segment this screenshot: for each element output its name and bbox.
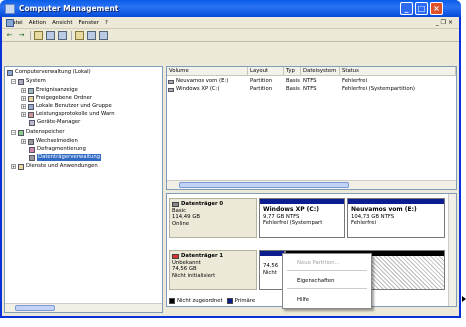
tree-item-system[interactable]: − System [11,78,46,85]
filesystem-cell: NTFS [303,78,317,84]
column-header-filesystem[interactable]: Dateisystem [301,67,340,76]
tree-item-removable[interactable]: + Wechselmedien [21,138,78,145]
disk-0-label[interactable]: Datenträger 0 Basic 114,49 GB Online [169,198,257,238]
properties-icon[interactable] [58,31,67,40]
drive-icon [168,79,174,84]
column-header-layout[interactable]: Layout [248,67,284,76]
layout-cell: Partition [250,78,273,84]
disk-1-label[interactable]: Datenträger 1 Unbekannt 74,56 GB Nicht i… [169,250,257,290]
menu-item-new-partition[interactable]: Neue Partition... [297,260,340,266]
services-icon [18,163,24,170]
layout-cell: Partition [250,86,273,92]
legend-unalloc-swatch [169,298,175,304]
partition-e[interactable]: Neuvamos vom (E:) 104,73 GB NTFS Fehlerf… [347,198,445,238]
maximize-button[interactable]: □ [415,2,428,15]
tree-item-defrag[interactable]: Defragmentierung [29,146,86,153]
legend: Nicht zugeordnet Primäre [169,298,255,304]
mmc-icon [6,19,14,27]
volume-list[interactable]: Volume Layout Typ Dateisystem Status Neu… [166,66,457,190]
volume-cell: Windows XP (C:) [168,86,219,93]
event-viewer-icon [28,87,34,94]
status-cell: Fehlerfrei (Systempartition) [342,86,415,92]
column-header-volume[interactable]: Volume [167,67,248,76]
menu-item-help[interactable]: Hilfe [297,297,309,303]
legend-primary-swatch [226,298,233,304]
scrollbar-thumb[interactable] [179,182,349,188]
column-header-status[interactable]: Status [340,67,456,76]
menu-separator [287,288,367,289]
typ-cell: Basis [286,86,300,92]
tree-item-shared[interactable]: + Freigegebene Ordner [21,95,92,102]
context-menu: Neue Partition... Eigenschaften Hilfe [282,253,372,309]
tree-item-root[interactable]: Computerverwaltung (Lokal) [7,69,91,76]
tree-item-devmgr[interactable]: Geräte-Manager [29,119,80,126]
status-cell: Fehlerfrei [342,78,367,84]
menu-aktion[interactable]: Aktion [29,20,46,26]
close-button[interactable]: × [430,2,443,15]
tree-item-services[interactable]: + Dienste und Anwendungen [11,163,98,170]
drive-icon [168,87,174,92]
menu-help[interactable]: ? [105,20,108,26]
filesystem-cell: NTFS [303,86,317,92]
performance-icon [28,111,34,118]
disk-error-icon [172,253,179,259]
window-title: Computer Management [19,4,119,13]
shared-folder-icon [28,95,34,102]
up-folder-icon[interactable] [34,31,43,40]
device-manager-icon [29,119,35,126]
collapse-icon[interactable]: − [11,130,16,135]
expand-icon[interactable]: + [21,96,26,101]
volume-cell: Neuvamos vom (E:) [168,78,228,85]
disk-icon [172,201,179,207]
title-bar[interactable]: Computer Management _ □ × [0,0,461,17]
toolbar: ← → [2,30,459,42]
tree-item-users[interactable]: + Lokale Benutzer und Gruppe [21,103,112,110]
help-icon[interactable] [75,31,84,40]
tree-item-diskmgmt[interactable]: Datenträgerverwaltung [29,154,102,161]
menu-fenster[interactable]: Fenster [78,20,98,26]
scrollbar-thumb[interactable] [15,305,55,311]
list-horizontal-scrollbar[interactable] [167,180,456,189]
forward-button[interactable]: → [17,31,26,40]
expand-icon[interactable]: + [21,88,26,93]
tree-item-storage[interactable]: − Datenspeicher [11,129,65,136]
expand-icon[interactable]: + [21,104,26,109]
users-icon [28,103,34,110]
menu-ansicht[interactable]: Ansicht [52,20,72,26]
partition-c[interactable]: Windows XP (C:) 9,77 GB NTFS Fehlerfrei … [259,198,345,238]
computer-management-icon [5,3,15,14]
minimize-button[interactable]: _ [400,2,413,15]
graph-vertical-scrollbar[interactable] [448,194,456,306]
collapse-icon[interactable]: − [11,79,16,84]
typ-cell: Basis [286,78,300,84]
tree-horizontal-scrollbar[interactable] [5,303,162,312]
expand-icon[interactable]: + [21,112,26,117]
expand-icon[interactable]: + [21,139,26,144]
child-window-controls[interactable]: _ ❐ × [436,19,453,26]
disk-management-icon [29,154,35,161]
tree-item-perf[interactable]: + Leistungsprotokolle und Warn [21,111,115,118]
tree-item-events[interactable]: + Ereignisanzeige [21,87,78,94]
expand-icon[interactable]: + [11,164,16,169]
back-button[interactable]: ← [5,31,14,40]
export-icon[interactable] [87,31,96,40]
removable-media-icon [28,138,34,145]
mouse-cursor-icon [462,296,466,302]
toolbar-separator [71,31,72,40]
menu-separator [287,270,367,271]
column-header-typ[interactable]: Typ [284,67,301,76]
toolbar-separator [30,31,31,40]
storage-icon [18,129,24,136]
refresh-icon[interactable] [99,31,108,40]
console-tree[interactable]: Computerverwaltung (Lokal) − System + Erei… [4,66,163,313]
menu-bar: Datei Aktion Ansicht Fenster ? _ ❐ × [2,17,459,29]
menu-item-properties[interactable]: Eigenschaften [297,278,335,284]
show-tree-icon[interactable] [46,31,55,40]
system-icon [18,78,24,85]
computer-icon [7,69,13,76]
defrag-icon [29,146,35,153]
